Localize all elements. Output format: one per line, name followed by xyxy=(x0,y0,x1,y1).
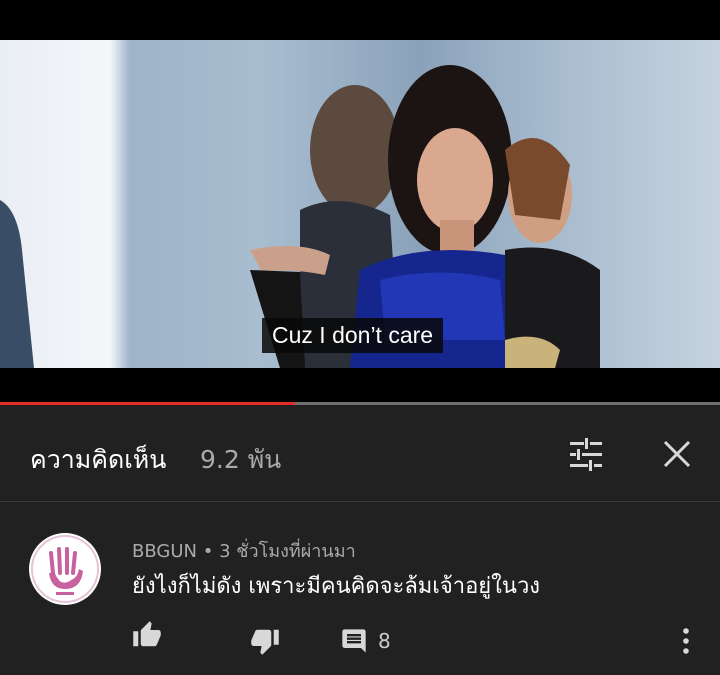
comment-text: ยังไงก็ไม่ดัง เพราะมีคนคิดจะล้มเจ้าอยู่ใ… xyxy=(132,574,541,599)
reply-icon xyxy=(342,629,366,653)
more-options-button[interactable] xyxy=(676,626,696,656)
close-icon xyxy=(663,440,691,468)
more-vert-icon xyxy=(683,628,689,654)
comment-item: BBGUN • 3 ชั่วโมงที่ผ่านมา ยังไงก็ไม่ดัง… xyxy=(0,502,720,675)
avatar-logo-icon xyxy=(31,535,99,603)
like-icon xyxy=(133,621,161,647)
comment-meta: BBGUN • 3 ชั่วโมงที่ผ่านมา xyxy=(132,536,356,565)
sort-button[interactable] xyxy=(566,437,606,473)
like-button[interactable] xyxy=(132,620,162,650)
sort-icon xyxy=(570,438,602,471)
comments-title: ความคิดเห็น xyxy=(30,445,167,474)
avatar[interactable] xyxy=(29,533,101,605)
dislike-button[interactable] xyxy=(250,626,280,656)
comments-header: ความคิดเห็น 9.2 พัน xyxy=(0,405,720,502)
comments-count: 9.2 พัน xyxy=(200,445,282,474)
reply-button[interactable]: 8 xyxy=(340,626,391,656)
video-player[interactable]: Cuz I don’t care xyxy=(0,0,720,405)
reply-count: 8 xyxy=(378,629,391,653)
close-button[interactable] xyxy=(660,437,694,471)
comment-author[interactable]: BBGUN xyxy=(132,541,197,562)
dislike-icon xyxy=(251,629,279,655)
video-subtitle: Cuz I don’t care xyxy=(262,318,444,353)
comment-time: 3 ชั่วโมงที่ผ่านมา xyxy=(219,541,356,562)
meta-separator: • xyxy=(202,541,214,562)
